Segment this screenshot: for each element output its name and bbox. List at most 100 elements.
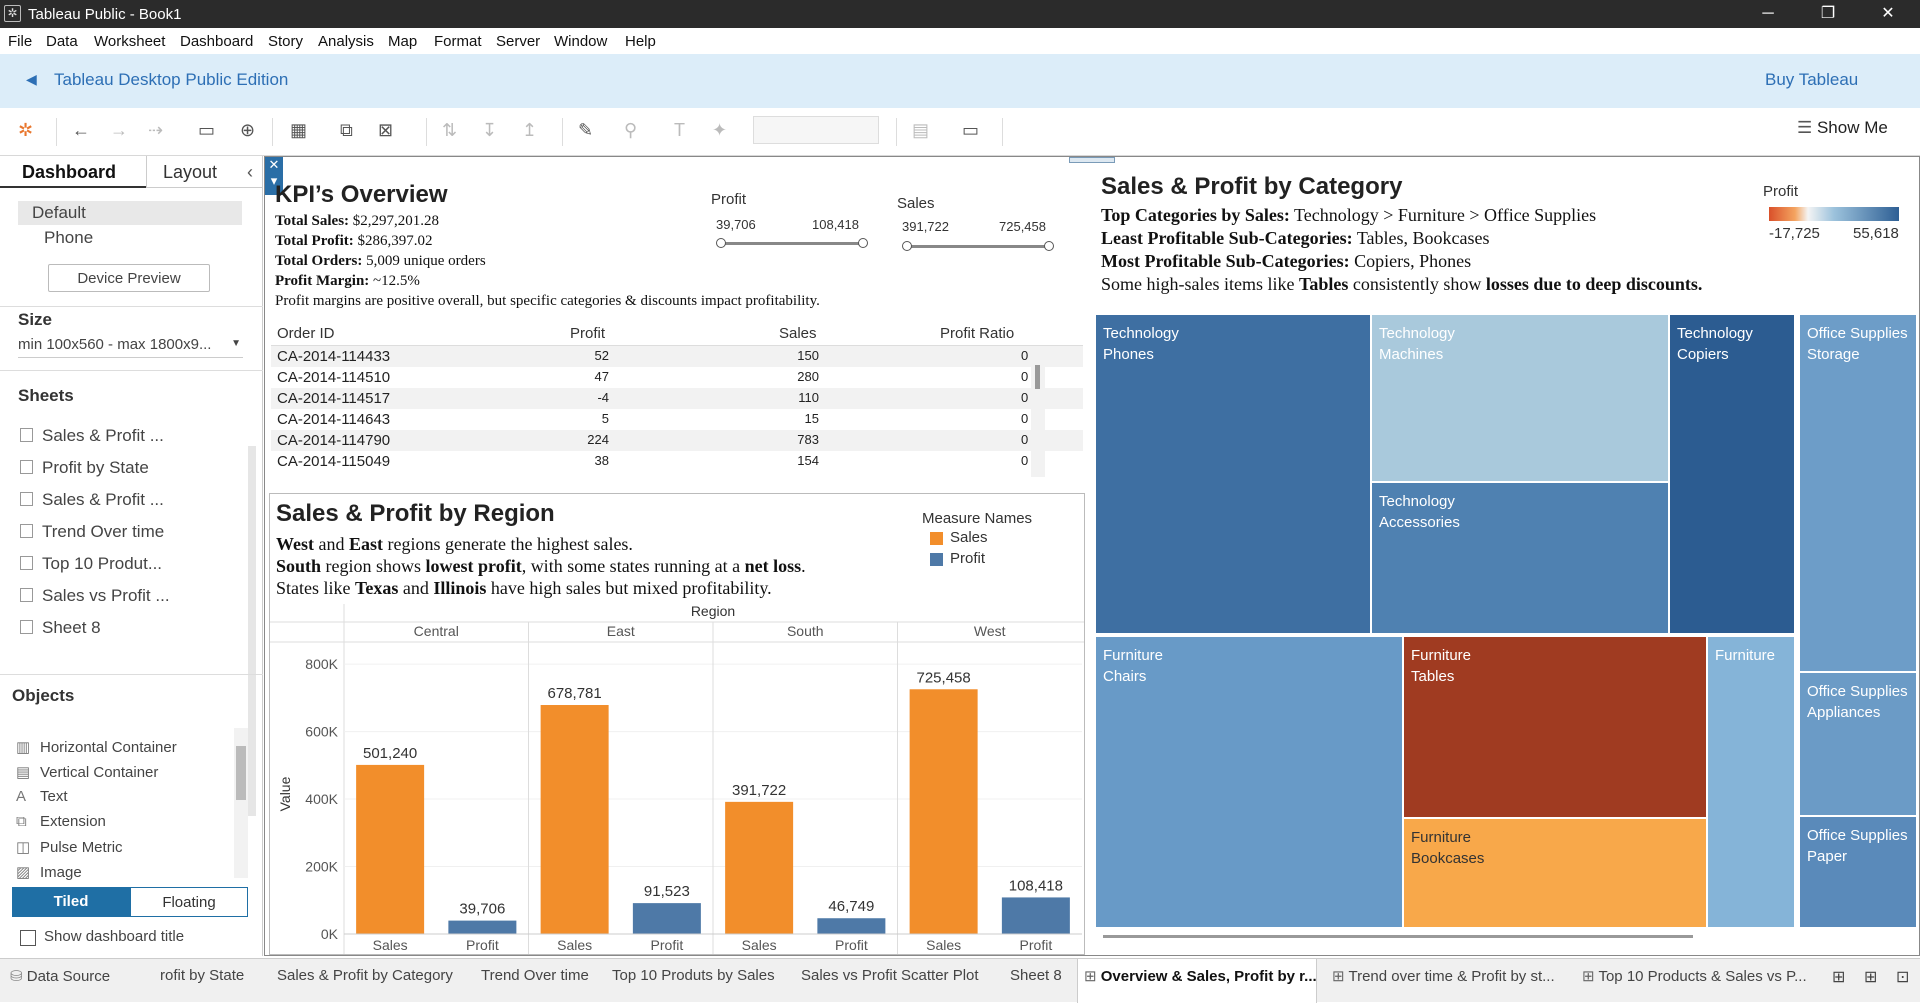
buy-tableau-link[interactable]: Buy Tableau <box>1765 70 1858 90</box>
legend-label-sales[interactable]: Sales <box>950 529 988 546</box>
treemap-horizontal-scrollbar[interactable] <box>1103 935 1693 938</box>
sheet-item[interactable]: Sales vs Profit ... <box>20 586 170 606</box>
new-data-source-icon[interactable]: ⊕ <box>240 120 255 141</box>
treemap-cell-tech-accessories[interactable]: Technology Accessories <box>1371 482 1669 634</box>
table-row[interactable]: CA-2014-114510 47 280 0 <box>271 367 1083 388</box>
treemap-cell-office-storage[interactable]: Office Supplies Storage <box>1799 314 1917 672</box>
col-profit-ratio[interactable]: Profit Ratio <box>940 325 1014 342</box>
object-horizontal-container[interactable]: ▥ Horizontal Container <box>16 738 177 756</box>
save-icon[interactable]: ▭ <box>198 120 215 141</box>
menu-dashboard[interactable]: Dashboard <box>180 33 253 50</box>
sheet-item[interactable]: Sales & Profit ... <box>20 490 164 510</box>
swap-icon[interactable]: ⇅ <box>442 120 457 141</box>
objects-scrollbar[interactable] <box>234 728 248 878</box>
redo-icon[interactable]: → <box>110 120 128 141</box>
floating-button[interactable]: Floating <box>130 887 248 917</box>
treemap-cell-furniture-bookcases[interactable]: Furniture Bookcases <box>1403 818 1707 928</box>
sheet-item[interactable]: Trend Over time <box>20 522 164 542</box>
clear-sheet-icon[interactable]: ⊠ <box>378 120 393 141</box>
treemap-cell-furniture-tables[interactable]: Furniture Tables <box>1403 636 1707 818</box>
sheet-item[interactable]: Sales & Profit ... <box>20 426 164 446</box>
profit-slider-track[interactable] <box>720 242 864 245</box>
menu-map[interactable]: Map <box>388 33 417 50</box>
menu-data[interactable]: Data <box>46 33 78 50</box>
col-order-id[interactable]: Order ID <box>277 325 335 342</box>
tab-sheet[interactable]: Sheet 8 <box>1010 967 1062 984</box>
highlight-icon[interactable]: ✎ <box>578 120 593 141</box>
minimize-button[interactable]: ─ <box>1748 2 1788 26</box>
device-preview-button[interactable]: Device Preview <box>48 264 210 292</box>
tab-dashboard[interactable]: ⊞ Trend over time & Profit by st... <box>1332 967 1555 985</box>
sheet-item[interactable]: Sheet 8 <box>20 618 101 638</box>
table-row[interactable]: CA-2014-114790 224 783 0 <box>271 430 1083 451</box>
col-profit[interactable]: Profit <box>570 325 605 342</box>
menu-window[interactable]: Window <box>554 33 607 50</box>
tab-layout[interactable]: Layout ‹ <box>146 156 263 188</box>
size-dropdown[interactable]: min 100x560 - max 1800x9... ▼ <box>18 336 243 358</box>
table-scrollbar[interactable] <box>1031 347 1045 477</box>
tab-sheet[interactable]: Sales vs Profit Scatter Plot <box>801 967 979 984</box>
presentation-mode-icon[interactable]: ▭ <box>962 120 979 141</box>
close-window-button[interactable]: ✕ <box>1868 2 1908 26</box>
menu-file[interactable]: File <box>8 33 32 50</box>
table-row[interactable]: CA-2014-114433 52 150 0 <box>271 346 1083 367</box>
object-text[interactable]: A Text <box>16 788 68 805</box>
sheet-item[interactable]: Profit by State <box>20 458 149 478</box>
undo-icon[interactable]: ← <box>72 120 90 141</box>
treemap-cell-tech-phones[interactable]: Technology Phones <box>1095 314 1371 634</box>
legend-label-profit[interactable]: Profit <box>950 550 985 567</box>
device-default[interactable]: Default <box>18 201 242 225</box>
show-title-checkbox[interactable] <box>20 930 36 946</box>
tab-sheet[interactable]: Top 10 Produts by Sales <box>612 967 775 984</box>
tab-active-dashboard[interactable]: ⊞ Overview & Sales, Profit by r... <box>1077 959 1317 1003</box>
sort-ascending-icon[interactable]: ↧ <box>482 120 497 141</box>
sheet-item[interactable]: Top 10 Produt... <box>20 554 162 574</box>
collapse-icon[interactable]: ‹ <box>247 162 253 183</box>
sales-slider-min-handle[interactable] <box>902 241 912 251</box>
profit-slider-min-handle[interactable] <box>716 238 726 248</box>
sales-slider-max-handle[interactable] <box>1044 241 1054 251</box>
tab-data-source[interactable]: ⛁ Data Source <box>10 967 110 985</box>
tab-dashboard[interactable]: Dashboard <box>0 156 146 188</box>
menu-story[interactable]: Story <box>268 33 303 50</box>
object-pulse-metric[interactable]: ◫ Pulse Metric <box>16 838 123 856</box>
zone-drag-handle[interactable] <box>1069 157 1115 163</box>
tab-dashboard[interactable]: ⊞ Top 10 Products & Sales vs P... <box>1582 967 1807 985</box>
new-dashboard-tab-icon[interactable]: ⊞ <box>1864 967 1877 987</box>
table-row[interactable]: CA-2014-115049 38 154 0 <box>271 451 1083 472</box>
treemap-cell-furniture-furnishings[interactable]: Furniture <box>1707 636 1795 928</box>
menu-worksheet[interactable]: Worksheet <box>94 33 165 50</box>
table-row[interactable]: CA-2014-114517 -4 110 0 <box>271 388 1083 409</box>
menu-help[interactable]: Help <box>625 33 656 50</box>
treemap-cell-furniture-chairs[interactable]: Furniture Chairs <box>1095 636 1403 928</box>
tab-sheet[interactable]: rofit by State <box>160 967 244 984</box>
tableau-home-icon[interactable]: ✲ <box>18 120 33 141</box>
new-story-tab-icon[interactable]: ⊡ <box>1896 967 1909 987</box>
pin-icon[interactable]: ✦ <box>712 120 727 141</box>
restore-button[interactable]: ❐ <box>1808 2 1848 26</box>
treemap-cell-tech-copiers[interactable]: Technology Copiers <box>1669 314 1795 634</box>
tab-sheet[interactable]: Sales & Profit by Category <box>277 967 453 984</box>
object-image[interactable]: ▨ Image <box>16 863 82 881</box>
show-me-button[interactable]: ☰ Show Me <box>1797 118 1888 138</box>
treemap-cell-tech-machines[interactable]: Technology Machines <box>1371 314 1669 482</box>
treemap-cell-office-appliances[interactable]: Office Supplies Appliances <box>1799 672 1917 816</box>
label-icon[interactable]: T <box>674 120 685 141</box>
object-extension[interactable]: ⧉ Extension <box>16 813 106 830</box>
sort-descending-icon[interactable]: ↥ <box>522 120 537 141</box>
new-worksheet-tab-icon[interactable]: ⊞ <box>1832 967 1845 987</box>
object-vertical-container[interactable]: ▤ Vertical Container <box>16 763 158 781</box>
attach-icon[interactable]: ⚲ <box>624 120 637 141</box>
new-worksheet-icon[interactable]: ▦ <box>290 120 307 141</box>
fit-dropdown[interactable] <box>753 116 879 144</box>
show-cards-icon[interactable]: ▤ <box>912 120 929 141</box>
duplicate-sheet-icon[interactable]: ⧉ <box>340 120 353 141</box>
treemap-cell-office-paper[interactable]: Office Supplies Paper <box>1799 816 1917 928</box>
menu-server[interactable]: Server <box>496 33 540 50</box>
tab-sheet[interactable]: Trend Over time <box>481 967 589 984</box>
profit-slider-max-handle[interactable] <box>858 238 868 248</box>
sales-slider-track[interactable] <box>906 245 1050 248</box>
menu-format[interactable]: Format <box>434 33 482 50</box>
sheets-scrollbar[interactable] <box>248 446 256 816</box>
col-sales[interactable]: Sales <box>779 325 817 342</box>
